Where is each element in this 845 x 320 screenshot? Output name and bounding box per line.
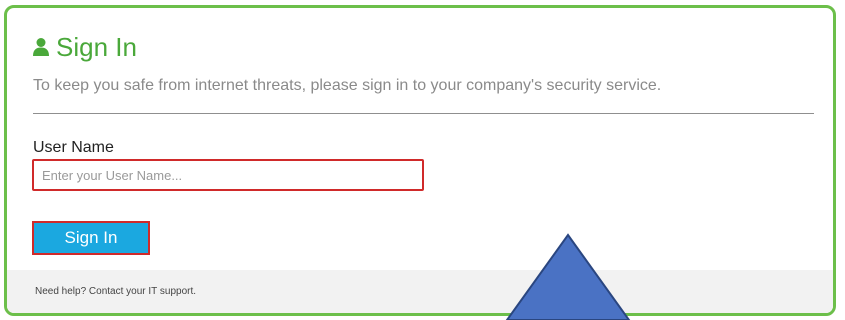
up-arrow-icon [505,233,631,320]
signin-button[interactable]: Sign In [32,221,150,255]
user-icon [33,38,49,56]
footer: Need help? Contact your IT support. [7,270,833,313]
signin-title: Sign In [56,32,137,62]
title-row: Sign In [32,34,137,60]
page: Sign In To keep you safe from internet t… [0,0,845,320]
signin-card: Sign In To keep you safe from internet t… [4,5,836,316]
username-label: User Name [33,139,114,156]
help-text: Need help? Contact your IT support. [35,286,197,297]
username-input[interactable] [32,159,424,191]
divider [33,113,814,114]
signin-subtitle: To keep you safe from internet threats, … [33,77,662,94]
